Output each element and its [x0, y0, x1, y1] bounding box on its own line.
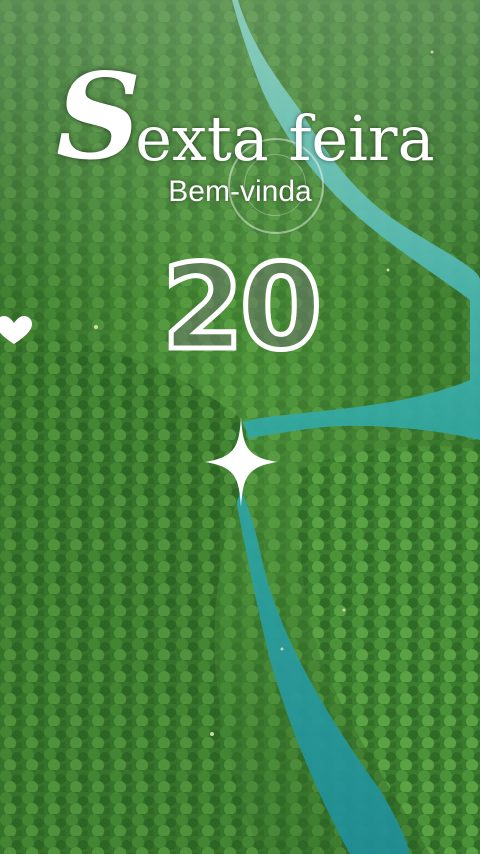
title-initial: S	[56, 47, 142, 186]
title-rest: exta feira	[135, 102, 435, 175]
day-number: 20	[159, 238, 324, 376]
sparkle-icon	[205, 417, 277, 507]
heart-icon	[0, 316, 32, 344]
subtitle: Bem-vinda	[168, 175, 312, 208]
page-title: S exta feira	[56, 58, 435, 176]
